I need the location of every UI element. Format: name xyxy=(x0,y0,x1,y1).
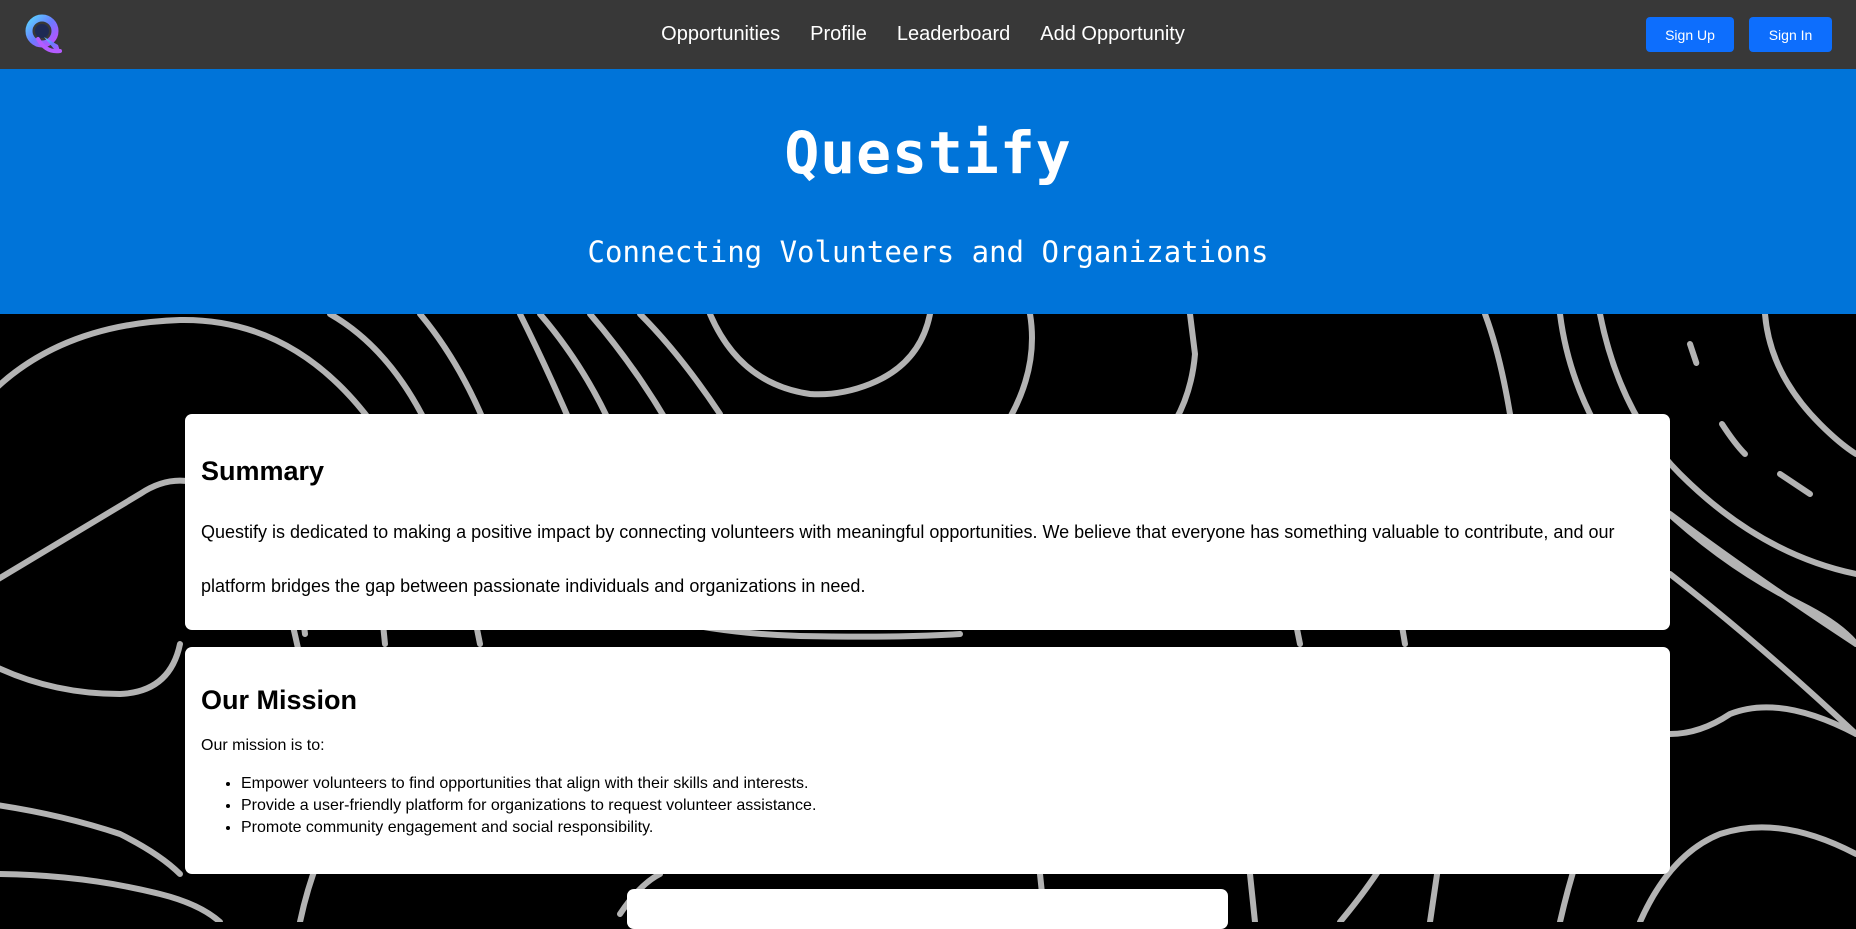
nav-links: Opportunities Profile Leaderboard Add Op… xyxy=(0,0,1856,69)
navbar: Opportunities Profile Leaderboard Add Op… xyxy=(0,0,1856,69)
list-item: Provide a user-friendly platform for org… xyxy=(241,795,816,817)
summary-text: Questify is dedicated to making a positi… xyxy=(201,522,1615,596)
questify-logo-icon[interactable] xyxy=(24,13,64,55)
mission-intro: Our mission is to: xyxy=(201,737,325,754)
nav-link-leaderboard[interactable]: Leaderboard xyxy=(897,23,1010,46)
mission-list: Empower volunteers to find opportunities… xyxy=(201,773,816,839)
hero-subtitle: Connecting Volunteers and Organizations xyxy=(587,235,1269,269)
next-card xyxy=(627,889,1228,929)
sign-in-button[interactable]: Sign In xyxy=(1749,17,1832,52)
hero-banner: Questify Connecting Volunteers and Organ… xyxy=(0,69,1856,314)
list-item: Promote community engagement and social … xyxy=(241,817,816,839)
sign-up-button[interactable]: Sign Up xyxy=(1646,17,1734,52)
nav-link-opportunities[interactable]: Opportunities xyxy=(661,23,780,46)
list-item: Empower volunteers to find opportunities… xyxy=(241,773,816,795)
hero-title: Questify xyxy=(784,119,1072,187)
summary-title: Summary xyxy=(201,456,325,486)
summary-card: Summary Questify is dedicated to making … xyxy=(185,414,1670,630)
mission-card: Our Mission Our mission is to: Empower v… xyxy=(185,647,1670,874)
nav-link-profile[interactable]: Profile xyxy=(810,23,867,46)
mission-title: Our Mission xyxy=(201,685,358,715)
nav-link-add-opportunity[interactable]: Add Opportunity xyxy=(1040,23,1185,46)
